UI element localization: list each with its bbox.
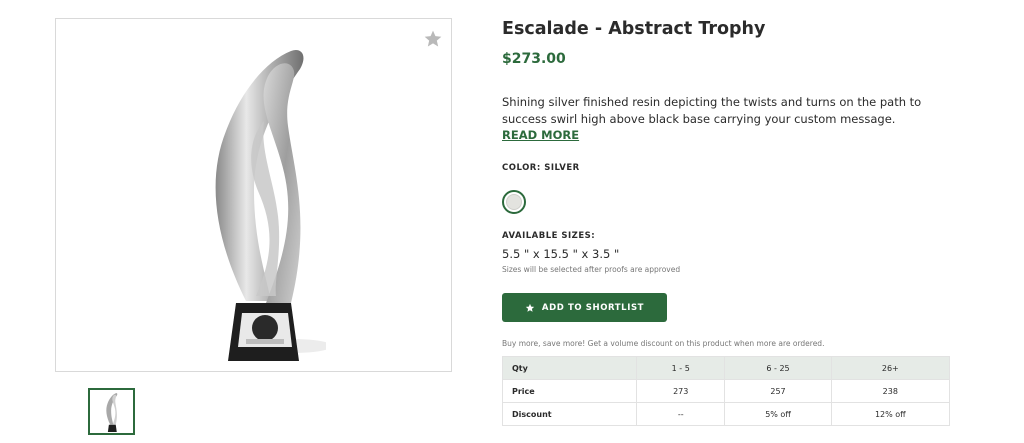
color-label: COLOR: SILVER: [502, 163, 580, 173]
shortlist-label: ADD TO SHORTLIST: [541, 302, 645, 313]
color-swatch-fill: [506, 194, 522, 210]
trophy-image: [215, 49, 326, 361]
table-cell: 238: [830, 379, 951, 403]
size-note: Sizes will be selected after proofs are …: [502, 265, 681, 274]
star-icon: [525, 303, 535, 312]
table-cell: 273: [635, 379, 726, 403]
product-title: Escalade - Abstract Trophy: [502, 19, 766, 39]
table-cell: Qty: [502, 356, 637, 380]
table-cell: 5% off: [724, 402, 832, 426]
volume-discount-note: Buy more, save more! Get a volume discou…: [502, 339, 825, 348]
read-more-link[interactable]: READ MORE: [502, 128, 579, 142]
table-cell: --: [635, 402, 726, 426]
table-row: Discount -- 5% off 12% off: [502, 402, 951, 426]
star-icon[interactable]: [423, 29, 443, 49]
table-cell: Discount: [502, 402, 637, 426]
trophy-thumbnail[interactable]: [88, 388, 135, 435]
table-cell: 6 - 25: [724, 356, 832, 380]
table-cell: 257: [724, 379, 832, 403]
volume-pricing-table: Qty 1 - 5 6 - 25 26+ Price 273 257 238 D…: [502, 356, 951, 426]
table-cell: 1 - 5: [635, 356, 726, 380]
table-row: Price 273 257 238: [502, 379, 951, 403]
product-description: Shining silver finished resin depicting …: [502, 95, 922, 126]
table-cell: 26+: [830, 356, 951, 380]
trophy-thumbnail-icon: [106, 393, 118, 432]
table-header-row: Qty 1 - 5 6 - 25 26+: [502, 356, 951, 380]
table-cell: Price: [502, 379, 637, 403]
add-to-shortlist-button[interactable]: ADD TO SHORTLIST: [502, 293, 667, 322]
product-price: $273.00: [502, 51, 566, 67]
size-value: 5.5 " x 15.5 " x 3.5 ": [502, 247, 620, 261]
table-cell: 12% off: [830, 402, 951, 426]
product-image-frame: [55, 18, 452, 372]
color-swatch-silver[interactable]: [502, 190, 526, 214]
sizes-label: AVAILABLE SIZES:: [502, 231, 596, 241]
